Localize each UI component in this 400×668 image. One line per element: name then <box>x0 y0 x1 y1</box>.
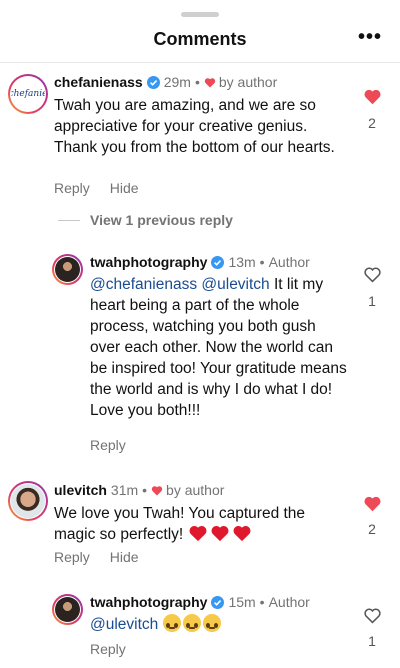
like-count: 2 <box>368 115 376 131</box>
reply-button[interactable]: Reply <box>54 549 90 565</box>
username[interactable]: twahphotography <box>90 594 207 610</box>
timestamp: 31m <box>110 482 139 498</box>
thread-line <box>58 219 80 221</box>
pleading-face-emoji <box>162 614 181 632</box>
comment-text: We love you Twah! You captured the magic… <box>54 503 350 545</box>
heart-emojis <box>188 524 252 542</box>
by-author-label: by author <box>166 482 225 498</box>
verified-badge-icon <box>211 255 225 269</box>
mention-link[interactable]: @chefanienass <box>90 276 197 293</box>
hide-button[interactable]: Hide <box>110 180 139 196</box>
red-heart-icon <box>211 525 229 542</box>
like-count: 1 <box>368 293 376 309</box>
username[interactable]: chefanienass <box>54 74 143 90</box>
red-heart-icon <box>189 525 207 542</box>
avatar-logo-text: chefanie <box>11 89 45 99</box>
like-button[interactable] <box>362 266 382 288</box>
heart-outline-icon <box>363 267 381 283</box>
like-count: 2 <box>368 521 376 537</box>
separator-dot: • <box>259 594 265 610</box>
mention-link[interactable]: @ulevitch <box>201 276 269 293</box>
like-button[interactable] <box>362 88 382 110</box>
avatar[interactable] <box>52 594 83 625</box>
avatar[interactable] <box>8 481 48 521</box>
avatar[interactable]: chefanie <box>8 74 48 114</box>
hide-button[interactable]: Hide <box>110 549 139 565</box>
separator-dot: • <box>142 482 148 498</box>
author-label: Author <box>268 254 310 270</box>
heart-filled-icon <box>363 496 381 512</box>
author-label: Author <box>268 594 310 610</box>
red-heart-icon <box>233 525 251 542</box>
separator-dot: • <box>194 74 200 90</box>
pleading-face-emoji <box>202 614 221 632</box>
timestamp: 29m <box>163 74 191 90</box>
liked-by-author: by author <box>204 74 277 90</box>
separator-dot: • <box>259 254 265 270</box>
like-count: 1 <box>368 633 376 649</box>
heart-filled-icon <box>363 89 381 105</box>
pleading-face-emoji <box>182 614 201 632</box>
like-button[interactable] <box>362 495 382 517</box>
like-button[interactable] <box>362 607 382 629</box>
comment-body: It lit my heart being a part of the whol… <box>90 276 347 419</box>
liked-by-author: by author <box>151 482 224 498</box>
more-options-icon[interactable]: ••• <box>358 26 382 49</box>
page-title: Comments <box>153 29 247 49</box>
timestamp: 13m <box>228 254 256 270</box>
sheet-grabber[interactable] <box>181 12 219 17</box>
view-previous-label: View 1 previous reply <box>90 212 233 228</box>
reply-button[interactable]: Reply <box>90 437 126 453</box>
reply-button[interactable]: Reply <box>90 641 126 657</box>
reply-button[interactable]: Reply <box>54 180 90 196</box>
avatar[interactable] <box>52 254 83 285</box>
header-divider <box>0 62 400 63</box>
username[interactable]: twahphotography <box>90 254 207 270</box>
view-previous-replies[interactable]: View 1 previous reply <box>58 212 233 228</box>
mention-link[interactable]: @ulevitch <box>90 616 158 633</box>
heart-icon <box>204 77 216 87</box>
by-author-label: by author <box>218 74 278 90</box>
timestamp: 15m <box>228 594 256 610</box>
comment-body: We love you Twah! You captured the magic… <box>54 505 306 543</box>
comment-text: @ulevitch <box>90 614 348 635</box>
comments-header: Comments ••• <box>0 26 400 54</box>
verified-badge-icon <box>211 595 225 609</box>
heart-icon <box>151 485 163 495</box>
comment-text: Twah you are amazing, and we are so appr… <box>54 97 335 156</box>
heart-outline-icon <box>363 608 381 624</box>
comment-text: @chefanienass @ulevitch It lit my heart … <box>90 274 348 421</box>
verified-badge-icon <box>146 75 160 89</box>
username[interactable]: ulevitch <box>54 482 107 498</box>
